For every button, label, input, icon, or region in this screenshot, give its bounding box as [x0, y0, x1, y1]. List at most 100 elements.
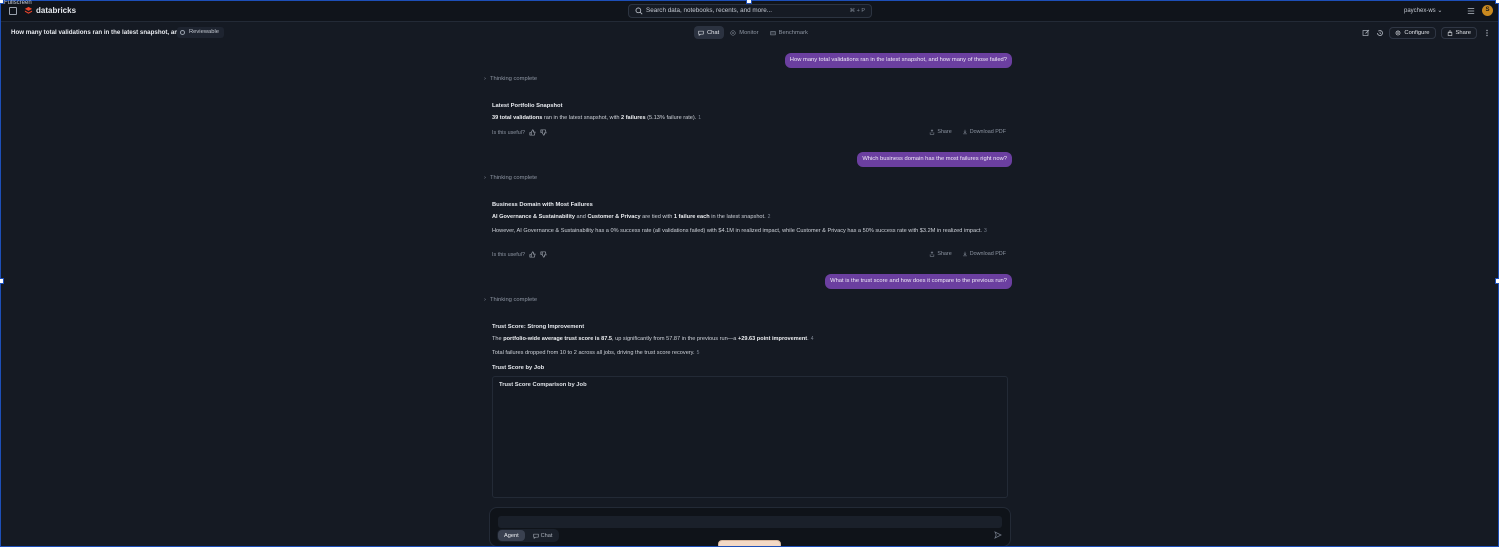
share-label: Share [1455, 29, 1471, 36]
resize-handle-left[interactable] [0, 278, 4, 284]
chart-title: Trust Score Comparison by Job [499, 382, 587, 388]
user-message: What is the trust score and how does it … [825, 274, 1012, 289]
composer-mode-tabs: Agent Chat [497, 529, 560, 542]
tab-chat-mode[interactable]: Chat [527, 530, 559, 541]
response-text-bold: Customer & Privacy [587, 214, 641, 220]
thinking-toggle[interactable]: › Thinking complete [484, 175, 537, 181]
download-pdf-button[interactable]: Download PDF [962, 251, 1006, 257]
tab-monitor[interactable]: Monitor [726, 26, 763, 39]
response-text-segment: However, AI Governance & Sustainability … [492, 228, 982, 234]
resize-handle-right[interactable] [1495, 278, 1499, 284]
edit-icon[interactable] [1361, 28, 1370, 37]
response-text: AI Governance & Sustainability and Custo… [492, 213, 1002, 222]
response-text-bold: +29.63 point improvement [737, 336, 808, 342]
citation-link[interactable]: 4 [811, 336, 814, 342]
share-icon [930, 129, 935, 135]
thumbs-up-icon[interactable] [529, 129, 536, 136]
chat-bubble-icon [698, 30, 704, 36]
resize-handle-top[interactable] [746, 0, 752, 4]
response-text-segment: ran in the latest snapshot, with [542, 115, 622, 121]
response-text-bold: 1 failure each [673, 214, 710, 220]
thumbs-up-icon[interactable] [529, 251, 536, 258]
response-text-segment: in the latest snapshot. [709, 214, 766, 220]
citation-link[interactable]: 1 [698, 115, 701, 121]
search-shortcut: ⌘ + P [849, 8, 865, 14]
response-text: However, AI Governance & Sustainability … [492, 227, 1002, 236]
databricks-logo-icon [24, 6, 33, 14]
floating-toast[interactable] [718, 540, 781, 547]
search-icon [635, 7, 643, 15]
lock-icon [1447, 29, 1452, 36]
share-button[interactable]: Share [1440, 26, 1477, 39]
thumbs-down-icon[interactable] [540, 129, 547, 136]
tab-benchmark-label: Benchmark [778, 29, 808, 36]
feedback-label: Is this useful? [492, 129, 525, 136]
thinking-label: Thinking complete [490, 297, 538, 303]
response-text-bold: portfolio-wide average trust score is 87… [503, 336, 613, 342]
share-response-button[interactable]: Share [929, 251, 952, 257]
share-response-button[interactable]: Share [929, 129, 952, 135]
response-text-segment: and [575, 214, 588, 220]
tab-chat[interactable]: Chat [694, 26, 725, 39]
thinking-toggle[interactable]: › Thinking complete [484, 76, 537, 82]
configure-label: Configure [1404, 29, 1430, 36]
download-icon [962, 129, 967, 135]
response-title: Latest Portfolio Snapshot [492, 103, 563, 109]
send-icon[interactable] [994, 531, 1002, 539]
mode-tabs: Chat Monitor Benchmark [694, 26, 813, 39]
resize-handle-top-right[interactable] [1495, 0, 1499, 4]
thinking-label: Thinking complete [490, 76, 538, 82]
gear-icon [1396, 30, 1401, 35]
share-response-label: Share [937, 251, 952, 257]
tab-agent-label: Agent [504, 532, 519, 539]
benchmark-icon [770, 30, 776, 35]
sidebar-toggle-icon[interactable] [9, 7, 17, 15]
feedback-row: Is this useful? [492, 129, 547, 136]
tab-monitor-label: Monitor [739, 29, 759, 36]
response-text-segment: , up significantly from 57.87 in the pre… [612, 336, 738, 342]
history-icon[interactable] [1375, 28, 1384, 37]
workspace-switcher[interactable]: paychex-ws ⌄ [1404, 7, 1442, 14]
response-actions: Share Download PDF [929, 251, 1006, 257]
user-message: Which business domain has the most failu… [857, 152, 1012, 167]
message-input[interactable] [498, 516, 1002, 528]
thumbs-down-icon[interactable] [540, 251, 547, 258]
response-text: The portfolio-wide average trust score i… [492, 335, 1002, 344]
response-text: 39 total validations ran in the latest s… [492, 114, 1002, 123]
response-title: Trust Score: Strong Improvement [492, 324, 585, 330]
download-icon [962, 251, 967, 257]
user-message: How many total validations ran in the la… [784, 53, 1012, 68]
reviewable-badge[interactable]: Reviewable [177, 27, 224, 38]
apps-grid-icon[interactable] [1467, 7, 1475, 15]
response-title: Business Domain with Most Failures [492, 202, 593, 208]
feedback-row: Is this useful? [492, 251, 547, 258]
citation-link[interactable]: 5 [697, 350, 700, 356]
reviewable-label: Reviewable [189, 29, 219, 35]
response-text-segment: The [492, 336, 504, 342]
response-actions: Share Download PDF [929, 129, 1006, 135]
response-text-bold: 39 total validations [492, 115, 543, 121]
share-response-label: Share [937, 129, 952, 135]
download-pdf-label: Download PDF [969, 251, 1006, 257]
more-options-icon[interactable] [1482, 28, 1491, 37]
brand-name[interactable]: databricks [36, 6, 76, 15]
section-title: Trust Score by Job [492, 365, 545, 371]
thinking-toggle[interactable]: › Thinking complete [484, 297, 537, 303]
citation-link[interactable]: 3 [984, 228, 987, 234]
global-search[interactable]: Search data, notebooks, recents, and mor… [628, 4, 872, 18]
response-text-segment: (5.13% failure rate). [645, 115, 697, 121]
download-pdf-button[interactable]: Download PDF [962, 129, 1006, 135]
tab-agent[interactable]: Agent [498, 530, 525, 541]
space-header: How many total validations ran in the la… [0, 23, 1499, 42]
user-avatar[interactable]: S [1482, 5, 1493, 16]
download-pdf-label: Download PDF [969, 129, 1006, 135]
feedback-label: Is this useful? [492, 251, 525, 258]
chat-bubble-icon [533, 533, 539, 539]
response-text-bold: AI Governance & Sustainability [492, 214, 575, 220]
configure-button[interactable]: Configure [1389, 26, 1436, 39]
response-text: Total failures dropped from 10 to 2 acro… [492, 349, 1002, 358]
citation-link[interactable]: 2 [768, 214, 771, 220]
thinking-label: Thinking complete [490, 175, 538, 181]
tab-benchmark[interactable]: Benchmark [766, 26, 813, 39]
response-text-segment: Total failures dropped from 10 to 2 acro… [492, 350, 695, 356]
